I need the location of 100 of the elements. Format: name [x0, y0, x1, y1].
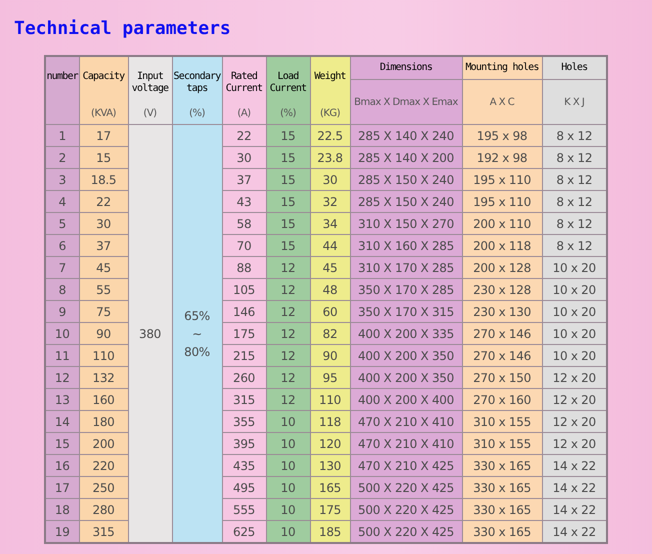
table-cell: 10 [280, 502, 296, 516]
table-cell: 165 [318, 480, 341, 494]
table-cell: 19 [54, 524, 70, 538]
table-cell: 330 x 165 [473, 502, 531, 516]
table-cell: 470 X 210 X 410 [358, 414, 454, 428]
table-cell: 285 X 150 X 240 [358, 194, 454, 208]
table-cell: 180 [92, 414, 114, 428]
table-cell: 110 [92, 348, 114, 362]
table-cell: 9 [58, 304, 66, 318]
table-cell: 60 [322, 304, 338, 318]
table-cell: 8 x 12 [556, 172, 592, 186]
table-cell: 15 [280, 238, 296, 252]
column-header: Dimensions [378, 61, 434, 74]
table-cell: 495 [232, 480, 255, 494]
table-cell: 32 [322, 194, 338, 208]
table-cell: 330 x 165 [473, 458, 531, 472]
table-cell: 22 [96, 194, 111, 208]
table-cell: 14 x 22 [552, 458, 596, 472]
table-cell: 82 [322, 326, 338, 340]
unit-label: (V) [143, 108, 157, 119]
table-cell: 105 [232, 282, 255, 296]
table-cell: 470 X 210 X 410 [358, 436, 454, 450]
unit-label: (KG) [320, 108, 340, 119]
table-cell: 17 [96, 128, 111, 142]
table-cell: 200 x 110 [473, 216, 531, 230]
column-header: Input voltage [130, 71, 170, 95]
table-cell: 14 x 22 [552, 524, 596, 538]
table-cell: 400 X 200 X 350 [358, 370, 454, 384]
table-cell: 15 [280, 128, 296, 142]
table-cell: 118 [318, 414, 341, 428]
table-cell: 10 [280, 414, 296, 428]
table-cell: 500 X 220 X 425 [358, 524, 454, 538]
table-cell: 132 [92, 370, 114, 384]
table-cell: 15 [96, 150, 111, 164]
table-cell: 7 [58, 260, 66, 274]
table-cell: 12 [54, 370, 70, 384]
table-cell: 8 x 12 [556, 194, 592, 208]
table-cell: 400 X 200 X 350 [358, 348, 454, 362]
table-cell: 285 X 140 X 240 [358, 128, 454, 142]
table-cell: 10 x 20 [552, 326, 596, 340]
table-cell: 75 [96, 304, 111, 318]
table-cell: 12 [280, 348, 296, 362]
table-cell: 15 [280, 194, 296, 208]
table-cell: 45 [322, 260, 338, 274]
table-cell: 58 [236, 216, 252, 230]
table-cell: 110 [318, 392, 341, 406]
table-cell: 310 x 155 [473, 414, 531, 428]
table-cell: 195 x 98 [476, 128, 528, 142]
table-cell: 12 x 20 [552, 392, 596, 406]
table-cell: 88 [236, 260, 252, 274]
table-cell: 10 [280, 524, 296, 538]
table-cell: 22.5 [317, 128, 343, 142]
table-cell: 120 [318, 436, 341, 450]
column-header: Mounting holes [464, 61, 540, 74]
table-cell: 195 x 110 [473, 194, 531, 208]
table-cell: 1 [58, 128, 66, 142]
column-header: Secondary taps [172, 71, 222, 95]
table-cell: 48 [322, 282, 338, 296]
table-cell: 12 [280, 304, 296, 318]
table-cell: 37 [96, 238, 111, 252]
table-cell: 23.8 [317, 150, 343, 164]
table-cell: 470 X 210 X 425 [358, 458, 454, 472]
table-cell: 330 x 165 [473, 524, 531, 538]
table-cell: 185 [318, 524, 341, 538]
table-cell: 8 [58, 282, 66, 296]
table-cell: 8 x 12 [556, 128, 592, 142]
table-cell: 270 x 146 [473, 326, 531, 340]
table-cell: 14 x 22 [552, 502, 596, 516]
table-cell: 200 [92, 436, 114, 450]
table-cell: 230 x 128 [473, 282, 531, 296]
table-cell: 10 [54, 326, 70, 340]
table-cell: 15 [280, 216, 296, 230]
table-cell: 30 [236, 150, 252, 164]
table-cell: 8 x 12 [556, 238, 592, 252]
table-cell: 12 [280, 370, 296, 384]
table-cell: 380 [138, 326, 161, 340]
table-cell: 555 [232, 502, 255, 516]
table-cell: 10 [280, 458, 296, 472]
table-cell: 90 [322, 348, 338, 362]
table-cell: 315 [92, 524, 114, 538]
table-cell: 230 x 130 [473, 304, 531, 318]
column-header: Holes [560, 61, 588, 74]
column-header: Rated Current [224, 71, 264, 95]
table-cell: 95 [322, 370, 338, 384]
table-cell: 12 x 20 [552, 414, 596, 428]
table-cell: 270 x 160 [473, 392, 531, 406]
table-cell: 270 x 146 [473, 348, 531, 362]
column-header: Capacity [82, 71, 124, 83]
table-cell: 18.5 [90, 172, 116, 186]
table-cell: 12 [280, 392, 296, 406]
table-cell: 315 [232, 392, 255, 406]
table-cell: 625 [232, 524, 255, 538]
unit-label: (%) [280, 108, 296, 119]
table-cell: 4 [58, 194, 66, 208]
table-cell: 5 [58, 216, 66, 230]
unit-label: (KVA) [91, 108, 116, 119]
table-cell: 310 x 155 [473, 436, 531, 450]
table-cell: 11 [54, 348, 70, 362]
table-cell: 34 [322, 216, 338, 230]
table-cell: 8 x 12 [556, 150, 592, 164]
